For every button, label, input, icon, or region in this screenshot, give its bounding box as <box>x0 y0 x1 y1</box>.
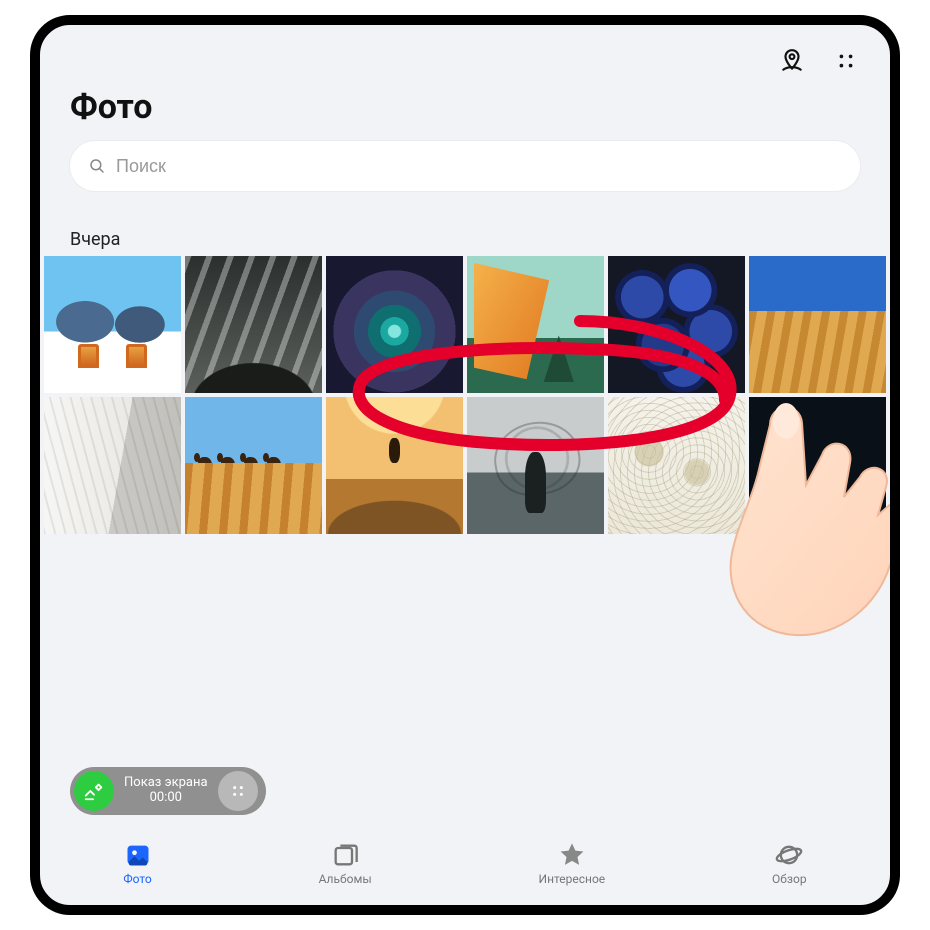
nav-label: Фото <box>123 872 151 886</box>
page-title: Фото <box>70 87 860 127</box>
photo-thumb[interactable] <box>185 397 322 534</box>
annotate-icon[interactable] <box>74 771 114 811</box>
screen-share-pill[interactable]: Показ экрана 00:00 <box>70 767 266 815</box>
photo-thumb[interactable] <box>326 397 463 534</box>
search-input[interactable] <box>116 156 842 177</box>
search-row <box>40 141 890 205</box>
photo-thumb[interactable] <box>608 256 745 393</box>
nav-tab-browse[interactable]: Обзор <box>772 841 807 886</box>
photo-thumb[interactable] <box>326 256 463 393</box>
nav-tab-albums[interactable]: Альбомы <box>319 841 372 886</box>
photo-thumb[interactable] <box>467 397 604 534</box>
bottom-nav: Фото Альбомы Интересное Обзор <box>40 827 890 905</box>
photo-thumb[interactable] <box>44 397 181 534</box>
section-label-yesterday: Вчера <box>40 205 890 256</box>
star-icon <box>558 841 586 869</box>
title-row: Фото <box>40 75 890 141</box>
search-icon <box>88 157 106 175</box>
map-pin-icon[interactable] <box>778 47 806 75</box>
photo-thumb[interactable] <box>44 256 181 393</box>
photo-thumb[interactable] <box>467 256 604 393</box>
albums-icon <box>331 841 359 869</box>
nav-label: Интересное <box>539 872 606 886</box>
nav-tab-photos[interactable]: Фото <box>123 841 151 886</box>
screen-share-text: Показ экрана 00:00 <box>124 776 208 806</box>
photo-thumb[interactable] <box>185 256 322 393</box>
planet-icon <box>775 841 803 869</box>
tablet-frame: Фото Вчера <box>30 15 900 915</box>
more-dots-icon[interactable] <box>832 47 860 75</box>
photo-thumb[interactable] <box>749 256 886 393</box>
photo-icon <box>124 841 152 869</box>
photo-thumb[interactable] <box>749 397 886 534</box>
nav-tab-highlights[interactable]: Интересное <box>539 841 606 886</box>
screen-share-label: Показ экрана <box>124 776 208 791</box>
screen-share-timer: 00:00 <box>150 791 182 806</box>
search-field[interactable] <box>70 141 860 191</box>
nav-label: Обзор <box>772 872 807 886</box>
pill-more-icon[interactable] <box>218 771 258 811</box>
header-bar <box>40 25 890 75</box>
nav-label: Альбомы <box>319 872 372 886</box>
photo-grid <box>40 256 890 534</box>
photo-thumb[interactable] <box>608 397 745 534</box>
